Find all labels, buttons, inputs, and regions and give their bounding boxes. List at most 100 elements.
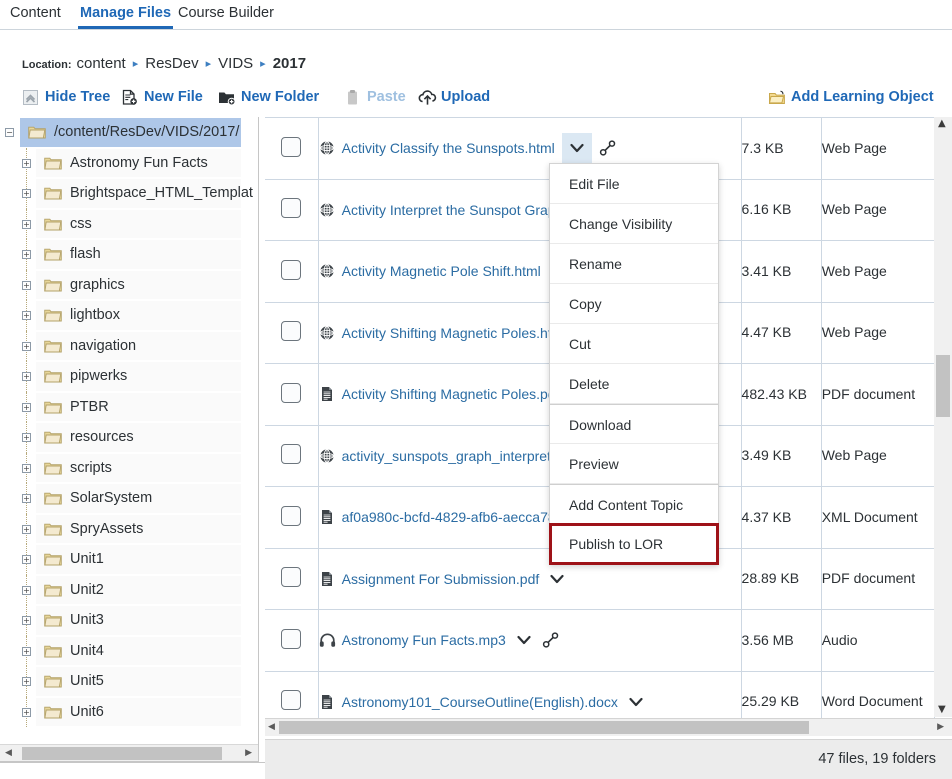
- upload-button[interactable]: Upload: [418, 84, 490, 110]
- tab-content[interactable]: Content: [8, 0, 63, 29]
- row-checkbox[interactable]: [281, 198, 302, 219]
- file-name-link[interactable]: Astronomy Fun Facts.mp3: [342, 632, 506, 648]
- scroll-right-icon[interactable]: ▶: [937, 722, 944, 732]
- file-name-link[interactable]: Activity Classify the Sunspots.html: [342, 140, 555, 156]
- row-actions-chevron-down-icon[interactable]: [561, 133, 592, 164]
- scroll-left-icon[interactable]: ◀: [268, 722, 275, 732]
- file-name-link[interactable]: af0a980c-bcfd-4829-afb6-aecca78: [342, 509, 556, 525]
- menu-item-copy[interactable]: Copy: [550, 284, 718, 324]
- tree-expand-toggle[interactable]: +: [22, 158, 31, 168]
- tab-manage-files[interactable]: Manage Files: [78, 0, 174, 29]
- tree-node[interactable]: + scripts: [0, 452, 258, 483]
- row-checkbox[interactable]: [281, 567, 302, 588]
- tree-expand-toggle[interactable]: +: [22, 585, 31, 595]
- menu-item-preview[interactable]: Preview: [550, 444, 718, 484]
- scroll-left-icon[interactable]: ◀: [5, 748, 12, 758]
- tree-scroll-thumb[interactable]: [22, 747, 222, 760]
- tree-node[interactable]: + Astronomy Fun Facts: [0, 147, 258, 178]
- file-name-link[interactable]: Activity Shifting Magnetic Poles.pd: [342, 386, 556, 402]
- tree-expand-toggle[interactable]: +: [22, 555, 31, 564]
- menu-item-delete[interactable]: Delete: [550, 364, 718, 404]
- tree-expand-toggle[interactable]: +: [22, 250, 31, 259]
- file-name-link[interactable]: Activity Interpret the Sunspot Grap: [342, 202, 556, 218]
- tree-expand-toggle[interactable]: +: [22, 219, 31, 229]
- row-checkbox[interactable]: [281, 690, 302, 711]
- menu-item-publish-to-lor[interactable]: Publish to LOR: [549, 523, 719, 565]
- paste-button[interactable]: Paste: [344, 84, 406, 110]
- tree-node[interactable]: + Unit1: [0, 544, 258, 575]
- tree-node[interactable]: + Unit5: [0, 666, 258, 697]
- tree-expand-toggle[interactable]: +: [22, 646, 31, 656]
- new-folder-button[interactable]: New Folder: [218, 84, 319, 110]
- file-name-link[interactable]: Assignment For Submission.pdf: [342, 571, 540, 587]
- tree-expand-toggle[interactable]: +: [22, 311, 31, 320]
- row-checkbox[interactable]: [281, 444, 302, 465]
- file-name-link[interactable]: Astronomy101_CourseOutline(English).docx: [342, 694, 618, 710]
- new-file-button[interactable]: New File: [121, 84, 203, 110]
- menu-item-add-content-topic[interactable]: Add Content Topic: [550, 484, 718, 524]
- tree-node[interactable]: + pipwerks: [0, 361, 258, 392]
- file-name-link[interactable]: Activity Shifting Magnetic Poles.ht: [342, 325, 552, 341]
- row-actions-chevron-down-icon[interactable]: [546, 569, 568, 589]
- tree-expand-toggle[interactable]: +: [22, 616, 31, 625]
- tree-node[interactable]: + Brightspace_HTML_Templat: [0, 178, 258, 209]
- tree-node[interactable]: + Unit6: [0, 696, 258, 727]
- link-chain-icon[interactable]: [599, 140, 617, 156]
- tree-collapse-toggle[interactable]: −: [5, 128, 14, 137]
- tree-expand-toggle[interactable]: +: [22, 341, 31, 351]
- menu-item-cut[interactable]: Cut: [550, 324, 718, 364]
- add-learning-object-button[interactable]: Add Learning Object: [768, 84, 934, 110]
- scroll-right-icon[interactable]: ▶: [245, 748, 252, 758]
- link-chain-icon[interactable]: [542, 632, 560, 648]
- row-checkbox[interactable]: [281, 505, 302, 526]
- tree-expand-toggle[interactable]: +: [22, 433, 31, 442]
- tree-node[interactable]: + lightbox: [0, 300, 258, 331]
- tree-node[interactable]: + Unit2: [0, 574, 258, 605]
- tree-expand-toggle[interactable]: +: [22, 677, 31, 686]
- breadcrumb-item-content[interactable]: content: [77, 55, 126, 72]
- tree-expand-toggle[interactable]: +: [22, 280, 31, 290]
- file-name-link[interactable]: activity_sunspots_graph_interpret.: [342, 448, 555, 464]
- tree-node[interactable]: + flash: [0, 239, 258, 270]
- tree-expand-toggle[interactable]: +: [22, 494, 31, 503]
- tree-expand-toggle[interactable]: +: [22, 463, 31, 473]
- tree-node-root[interactable]: − /content/ResDev/VIDS/2017/: [0, 117, 258, 148]
- tree-expand-toggle[interactable]: +: [22, 372, 31, 381]
- row-actions-chevron-down-icon[interactable]: [625, 692, 647, 712]
- menu-item-rename[interactable]: Rename: [550, 244, 718, 284]
- menu-item-edit-file[interactable]: Edit File: [550, 164, 718, 204]
- tree-node[interactable]: + resources: [0, 422, 258, 453]
- vertical-scroll-thumb[interactable]: [936, 355, 950, 417]
- tree-node[interactable]: + graphics: [0, 269, 258, 300]
- tree-node[interactable]: + SolarSystem: [0, 483, 258, 514]
- tree-node[interactable]: + css: [0, 208, 258, 239]
- tree-expand-toggle[interactable]: +: [22, 707, 31, 717]
- tree-expand-toggle[interactable]: +: [22, 402, 31, 412]
- tree-horizontal-scrollbar[interactable]: ◀ ▶: [0, 744, 258, 761]
- hide-tree-button[interactable]: Hide Tree: [22, 84, 110, 110]
- tree-expand-toggle[interactable]: +: [22, 189, 31, 198]
- scroll-down-icon[interactable]: ▼: [938, 704, 946, 715]
- menu-item-change-visibility[interactable]: Change Visibility: [550, 204, 718, 244]
- breadcrumb-item-vids[interactable]: VIDS: [218, 55, 253, 72]
- menu-item-download[interactable]: Download: [550, 404, 718, 444]
- file-name-link[interactable]: Activity Magnetic Pole Shift.html: [342, 263, 541, 279]
- row-checkbox[interactable]: [281, 382, 302, 403]
- row-checkbox[interactable]: [281, 321, 302, 342]
- tree-node[interactable]: + PTBR: [0, 391, 258, 422]
- horizontal-scroll-thumb[interactable]: [279, 721, 809, 734]
- tree-node[interactable]: + Unit3: [0, 605, 258, 636]
- tree-expand-toggle[interactable]: +: [22, 524, 31, 534]
- tree-node[interactable]: + SpryAssets: [0, 513, 258, 544]
- row-checkbox[interactable]: [281, 628, 302, 649]
- tab-course-builder[interactable]: Course Builder: [176, 0, 276, 29]
- file-list-vertical-scrollbar[interactable]: ▲ ▼: [934, 117, 952, 717]
- row-checkbox[interactable]: [281, 259, 302, 280]
- scroll-up-icon[interactable]: ▲: [938, 118, 946, 129]
- breadcrumb-item-resdev[interactable]: ResDev: [145, 55, 198, 72]
- row-checkbox[interactable]: [281, 136, 302, 157]
- tree-node[interactable]: + Unit4: [0, 635, 258, 666]
- file-list-horizontal-scrollbar[interactable]: ◀ ▶: [265, 718, 952, 736]
- row-actions-chevron-down-icon[interactable]: [513, 630, 535, 650]
- tree-node[interactable]: + navigation: [0, 330, 258, 361]
